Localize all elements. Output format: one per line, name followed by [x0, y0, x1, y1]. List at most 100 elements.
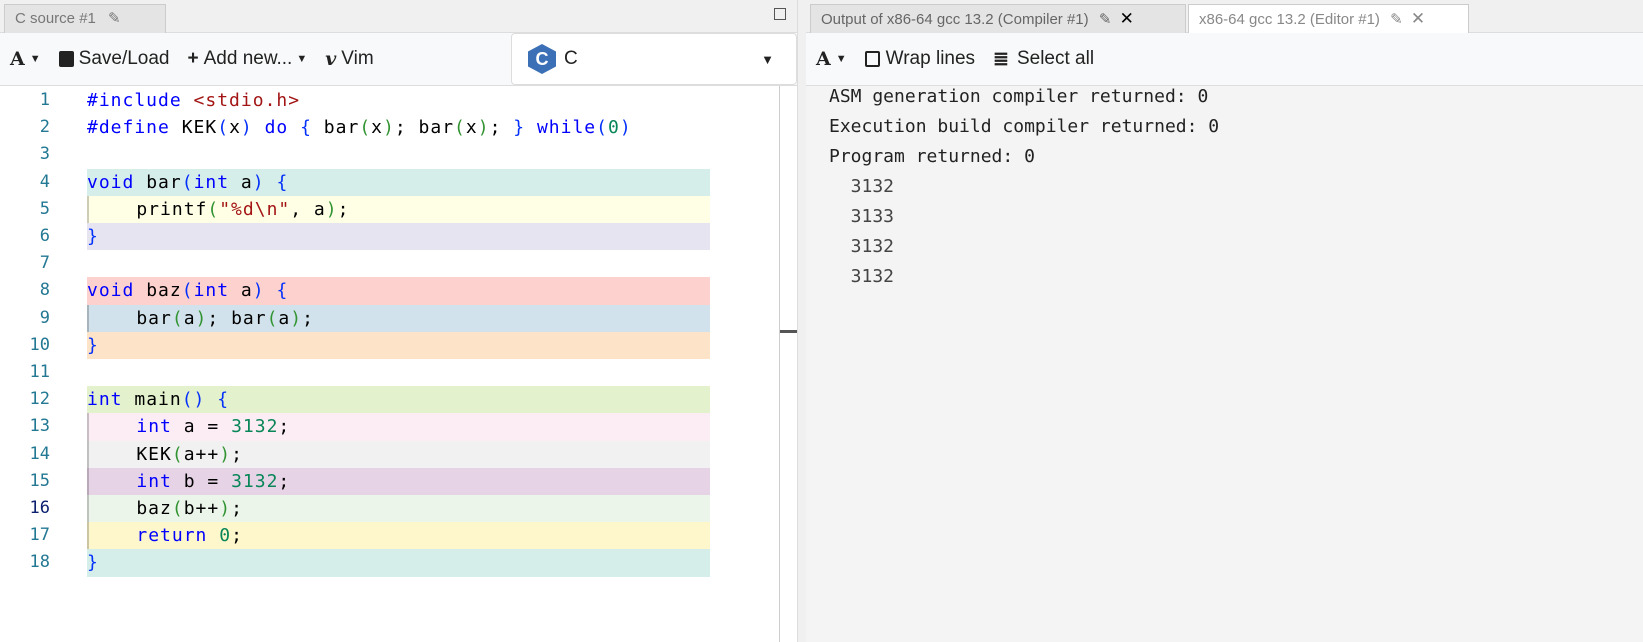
code-token: ( [171, 307, 184, 329]
line-number: 1 [39, 90, 50, 110]
pencil-icon[interactable]: ✎ [1390, 11, 1403, 28]
code-token: ) [252, 280, 265, 302]
caret-down-icon: ▼ [296, 53, 308, 65]
code-token: baz [89, 498, 172, 519]
code-token: x [371, 117, 384, 139]
code-line[interactable]: printf("%d\n", a); [87, 195, 710, 223]
code-token: x [229, 117, 241, 139]
scroll-position-marker [780, 330, 797, 333]
c-language-icon: C [528, 44, 556, 74]
line-number: 14 [29, 443, 50, 464]
code-token: int [193, 280, 230, 302]
tab-title: x86-64 gcc 13.2 (Editor #1) [1199, 11, 1380, 28]
font-size-button[interactable]: A ▼ [816, 48, 847, 70]
line-number: 15 [29, 470, 50, 491]
code-line[interactable]: int a = 3132; [87, 413, 710, 441]
code-token: ; bar [207, 307, 267, 329]
select-all-label: Select all [1016, 48, 1095, 69]
code-token: while [536, 117, 597, 139]
wrap-lines-label: Wrap lines [885, 48, 976, 69]
code-token: bar [134, 171, 182, 193]
code-token: ( [181, 280, 194, 302]
code-line[interactable]: void baz(int a) { [87, 277, 710, 305]
code-line[interactable]: } [87, 223, 710, 251]
code-token: ) [195, 307, 208, 329]
vim-button[interactable]: v Vim [325, 48, 373, 70]
code-line[interactable]: #define KEK(x) do { bar(x); bar(x); } wh… [87, 114, 710, 141]
code-token: ( [181, 171, 194, 193]
code-token: ; [278, 416, 291, 438]
line-number: 7 [39, 253, 50, 274]
code-token: () [181, 389, 206, 411]
output-line: 3132 [829, 236, 895, 257]
tab-compiler-editor[interactable]: x86-64 gcc 13.2 (Editor #1) ✎ ✕ [1188, 4, 1469, 33]
wrap-lines-checkbox[interactable]: Wrap lines [864, 48, 976, 70]
code-line[interactable]: return 0; [87, 522, 710, 550]
code-token: return [136, 525, 208, 547]
line-number: 3 [39, 144, 50, 165]
right-tab-bar: Output of x86-64 gcc 13.2 (Compiler #1) … [806, 0, 1643, 33]
plus-icon: + [187, 48, 199, 69]
maximize-icon[interactable] [774, 8, 786, 20]
code-token: 3132 [231, 470, 279, 492]
code-line[interactable]: #include <stdio.h> [87, 87, 710, 114]
output-line: 3132 [829, 266, 895, 287]
code-token: } [87, 334, 99, 356]
code-token: #include [87, 90, 194, 111]
code-token: ) [290, 307, 303, 329]
code-token: ( [596, 117, 608, 139]
tab-compiler-output[interactable]: Output of x86-64 gcc 13.2 (Compiler #1) … [810, 4, 1186, 33]
code-token: 3132 [231, 416, 279, 438]
language-select[interactable]: C C ▼ [511, 33, 797, 85]
code-token: a [278, 307, 291, 329]
code-token: b = [171, 470, 232, 492]
close-icon[interactable]: ✕ [1411, 9, 1425, 28]
code-line[interactable]: } [87, 331, 710, 359]
vim-label: Vim [341, 48, 374, 69]
caret-down-icon: ▼ [835, 53, 847, 65]
code-line[interactable]: baz(b++); [87, 495, 710, 523]
code-editor[interactable]: 1 #include <stdio.h> 2 #define KEK(x) do { … [0, 86, 775, 642]
code-line[interactable]: } [87, 549, 710, 577]
line-number: 13 [29, 416, 50, 437]
code-line[interactable]: void bar(int a) { [87, 168, 710, 196]
code-token: a = [171, 416, 232, 438]
code-line[interactable]: bar(a); bar(a); [87, 304, 710, 332]
code-token: { [276, 280, 289, 302]
pencil-icon[interactable]: ✎ [108, 10, 121, 27]
save-load-button[interactable]: Save/Load [58, 48, 170, 70]
code-token: printf [89, 198, 208, 220]
code-token: ) [240, 117, 253, 139]
vertical-scrollbar[interactable] [779, 86, 797, 642]
code-line[interactable]: int b = 3132; [87, 467, 710, 495]
language-label: C [564, 48, 578, 69]
compiler-output: ASM generation compiler returned: 0 Execu… [806, 86, 1643, 642]
select-all-button[interactable]: ≣ Select all [993, 48, 1094, 71]
code-token: 0 [219, 525, 232, 547]
pane-splitter[interactable] [797, 0, 806, 642]
code-line[interactable] [87, 250, 710, 277]
code-line[interactable]: KEK(a++); [87, 440, 710, 468]
code-line[interactable] [87, 359, 710, 386]
line-number: 8 [39, 280, 50, 301]
font-size-button[interactable]: A ▼ [10, 48, 41, 70]
close-icon[interactable]: ✕ [1120, 9, 1134, 28]
code-token: ( [359, 117, 372, 139]
pencil-icon[interactable]: ✎ [1099, 11, 1112, 28]
code-token: ( [171, 498, 184, 519]
minimap[interactable] [715, 86, 775, 126]
code-token: a [229, 171, 253, 193]
code-token: ; [489, 117, 514, 139]
tab-c-source[interactable]: C source #1 ✎ [4, 4, 166, 33]
code-token: #define [87, 117, 182, 139]
code-line[interactable]: int main() { [87, 386, 710, 414]
code-token: 0 [607, 117, 620, 139]
font-icon: A [10, 48, 25, 70]
code-line[interactable] [87, 141, 710, 168]
add-new-button[interactable]: + Add new... ▼ [188, 48, 308, 70]
line-number: 6 [39, 226, 50, 246]
